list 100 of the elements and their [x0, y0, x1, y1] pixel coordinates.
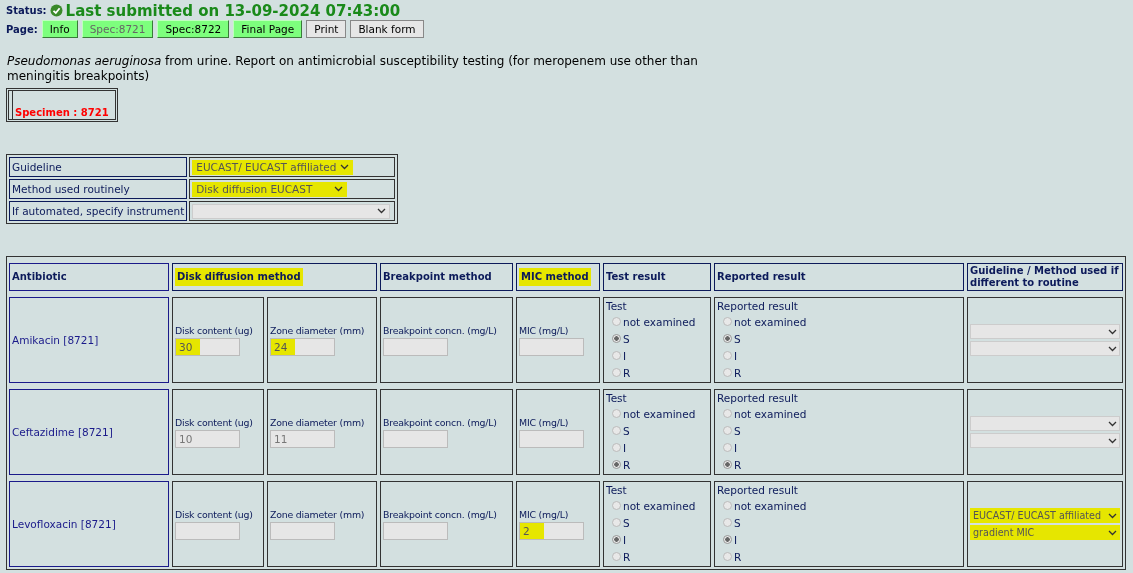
- input-field[interactable]: [519, 338, 584, 356]
- radio-icon[interactable]: [723, 501, 732, 510]
- radio-icon[interactable]: [723, 460, 732, 469]
- radio-option[interactable]: not examined: [723, 406, 961, 421]
- input-field[interactable]: [383, 430, 448, 448]
- radio-icon[interactable]: [723, 443, 732, 452]
- radio-option[interactable]: I: [723, 348, 961, 363]
- column-header: Guideline / Method used if different to routine: [970, 265, 1120, 289]
- radio-icon[interactable]: [612, 518, 621, 527]
- radio-option[interactable]: R: [723, 549, 961, 564]
- radio-icon[interactable]: [612, 501, 621, 510]
- radio-option[interactable]: S: [723, 515, 961, 530]
- override-select[interactable]: EUCAST/ EUCAST affiliated: [970, 508, 1120, 523]
- antibiotic-name: Ceftazidime [8721]: [12, 426, 113, 438]
- radio-option[interactable]: I: [612, 440, 708, 455]
- radio-option[interactable]: I: [612, 532, 708, 547]
- radio-icon[interactable]: [612, 552, 621, 561]
- override-select[interactable]: gradient MIC: [970, 525, 1120, 540]
- radio-option[interactable]: S: [723, 423, 961, 438]
- radio-option[interactable]: S: [612, 515, 708, 530]
- radio-icon[interactable]: [723, 518, 732, 527]
- radio-icon[interactable]: [723, 426, 732, 435]
- input-field[interactable]: [383, 522, 448, 540]
- input-field[interactable]: [383, 338, 448, 356]
- radio-option[interactable]: not examined: [612, 406, 708, 421]
- override-select[interactable]: [970, 324, 1120, 339]
- setting-label: Method used routinely: [9, 179, 188, 199]
- chevron-down-icon: [1108, 512, 1117, 519]
- chevron-down-icon: [1108, 437, 1117, 444]
- radio-icon[interactable]: [612, 426, 621, 435]
- check-icon: [49, 4, 63, 17]
- page-button[interactable]: Final Page: [233, 20, 303, 38]
- chevron-down-icon: [1108, 345, 1117, 352]
- radio-icon[interactable]: [612, 368, 621, 377]
- column-header: Disk diffusion method: [175, 268, 303, 286]
- input-field[interactable]: [270, 522, 335, 540]
- input-field[interactable]: [519, 430, 584, 448]
- input-field[interactable]: 24: [270, 338, 335, 356]
- setting-select[interactable]: Disk diffusion EUCAST: [192, 181, 348, 197]
- radio-option[interactable]: not examined: [723, 314, 961, 329]
- radio-option[interactable]: R: [723, 365, 961, 380]
- input-field[interactable]: 30: [175, 338, 240, 356]
- setting-select[interactable]: [192, 203, 391, 219]
- radio-icon[interactable]: [612, 409, 621, 418]
- radio-option[interactable]: R: [723, 457, 961, 472]
- override-select[interactable]: [970, 341, 1120, 356]
- page-button[interactable]: Spec:8721: [81, 20, 154, 38]
- radio-option[interactable]: S: [612, 331, 708, 346]
- input-field[interactable]: 11: [270, 430, 335, 448]
- setting-label: If automated, specify instrument: [9, 201, 188, 221]
- radio-icon[interactable]: [612, 443, 621, 452]
- field-label: Breakpoint concn. (mg/L): [383, 508, 498, 521]
- radio-option[interactable]: I: [723, 440, 961, 455]
- radio-group-label: Reported result: [717, 484, 799, 496]
- radio-option[interactable]: S: [723, 331, 961, 346]
- radio-icon[interactable]: [723, 368, 732, 377]
- radio-icon[interactable]: [723, 535, 732, 544]
- radio-option[interactable]: I: [723, 532, 961, 547]
- page-button[interactable]: Blank form: [350, 20, 424, 38]
- page-button[interactable]: Print: [306, 20, 347, 38]
- radio-icon[interactable]: [612, 351, 621, 360]
- chevron-down-icon: [1108, 328, 1117, 335]
- radio-icon[interactable]: [612, 334, 621, 343]
- radio-option[interactable]: not examined: [612, 314, 708, 329]
- radio-group-label: Reported result: [717, 300, 799, 312]
- radio-group-label: Test: [606, 392, 628, 404]
- page-button[interactable]: Info: [41, 20, 78, 38]
- radio-icon[interactable]: [723, 409, 732, 418]
- radio-option[interactable]: not examined: [723, 498, 961, 513]
- input-field[interactable]: 2: [519, 522, 584, 540]
- field-label: Disk content (ug): [175, 324, 254, 337]
- radio-icon[interactable]: [723, 334, 732, 343]
- radio-option[interactable]: S: [612, 423, 708, 438]
- field-label: Zone diameter (mm): [270, 324, 366, 337]
- field-label: Zone diameter (mm): [270, 508, 366, 521]
- radio-icon[interactable]: [612, 317, 621, 326]
- input-field[interactable]: 10: [175, 430, 240, 448]
- radio-option[interactable]: R: [612, 457, 708, 472]
- radio-option[interactable]: not examined: [612, 498, 708, 513]
- radio-group-label: Test: [606, 484, 628, 496]
- radio-icon[interactable]: [723, 317, 732, 326]
- setting-select[interactable]: EUCAST/ EUCAST affiliated: [192, 159, 354, 175]
- chevron-down-icon: [377, 208, 387, 214]
- antibiotic-name: Levofloxacin [8721]: [12, 518, 116, 530]
- radio-option[interactable]: I: [612, 348, 708, 363]
- specimen-box: Specimen : 8721: [6, 88, 118, 122]
- status-label: Status:: [6, 5, 47, 16]
- override-select[interactable]: [970, 416, 1120, 431]
- radio-option[interactable]: R: [612, 365, 708, 380]
- setting-label: Guideline: [9, 157, 188, 177]
- radio-icon[interactable]: [723, 552, 732, 561]
- page-button[interactable]: Spec:8722: [157, 20, 230, 38]
- input-field[interactable]: [175, 522, 240, 540]
- radio-option[interactable]: R: [612, 549, 708, 564]
- radio-icon[interactable]: [612, 460, 621, 469]
- radio-icon[interactable]: [612, 535, 621, 544]
- status-text: Last submitted on 13-09-2024 07:43:00: [65, 1, 401, 20]
- radio-icon[interactable]: [723, 351, 732, 360]
- override-select[interactable]: [970, 433, 1120, 448]
- column-header: Antibiotic: [12, 271, 67, 283]
